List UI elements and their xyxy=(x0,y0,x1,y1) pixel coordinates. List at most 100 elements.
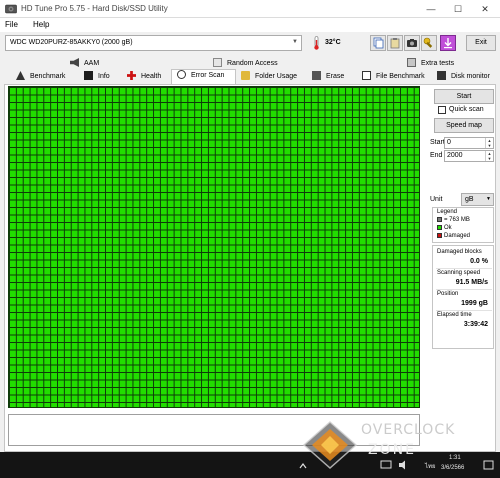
legend-item-label: Damaged xyxy=(444,233,471,239)
menu-help[interactable]: Help xyxy=(33,20,49,29)
menu-file[interactable]: File xyxy=(5,20,18,29)
watermark-line1: OVERCLOCK xyxy=(361,422,456,438)
speed-map-button[interactable]: Speed map xyxy=(434,118,494,133)
tab-file-benchmark[interactable]: File Benchmark xyxy=(362,71,425,84)
tab-folder-usage[interactable]: Folder Usage xyxy=(241,71,297,84)
damaged-blocks-label: Damaged blocks xyxy=(437,249,482,255)
tab-disk-monitor[interactable]: Disk monitor xyxy=(437,71,490,84)
spin-arrows-icon[interactable]: ▲ ▼ xyxy=(485,138,493,148)
legend-title: Legend xyxy=(437,209,458,215)
tab-label: Random Access xyxy=(227,60,278,67)
tab-label: Folder Usage xyxy=(255,73,298,80)
menu-bar: File Help xyxy=(0,18,500,32)
tab-label: AAM xyxy=(84,60,100,67)
legend-item-ok: Ok xyxy=(437,225,452,231)
unit-value: gB xyxy=(465,196,474,203)
position-value: 1999 gB xyxy=(461,300,488,307)
minimize-button[interactable]: — xyxy=(417,0,445,18)
legend-item-label: = 763 MB xyxy=(444,217,470,223)
elapsed-time-label: Elapsed time xyxy=(437,312,472,318)
start-field-label: Start xyxy=(430,139,445,146)
health-cross-icon xyxy=(127,71,136,80)
magnifier-icon xyxy=(177,70,186,79)
end-spinbox[interactable]: 2000 ▲ ▼ xyxy=(444,150,494,162)
tab-extra-tests[interactable]: Extra tests xyxy=(407,58,454,71)
legend: Legend = 763 MB Ok Damaged xyxy=(432,207,494,243)
watermark-line2: ZONE xyxy=(368,442,416,458)
start-value: 0 xyxy=(447,139,451,146)
wrench-icon xyxy=(423,37,433,48)
erase-icon xyxy=(312,71,321,80)
legend-item-block-size: = 763 MB xyxy=(437,217,470,223)
tab-label: Extra tests xyxy=(421,60,455,67)
tab-label: Benchmark xyxy=(30,73,66,80)
tab-label: File Benchmark xyxy=(376,73,425,80)
maximize-button[interactable]: ☐ xyxy=(444,0,472,18)
exit-button[interactable]: Exit xyxy=(466,35,496,51)
thermometer-icon xyxy=(314,36,319,50)
end-value: 2000 xyxy=(447,152,463,159)
tab-label: Disk monitor xyxy=(451,73,490,80)
speaker-icon xyxy=(70,58,79,67)
random-access-icon xyxy=(213,58,222,67)
screenshot-button[interactable] xyxy=(404,35,420,51)
copy-info-button[interactable] xyxy=(370,35,386,51)
file-icon xyxy=(362,71,371,80)
legend-item-damaged: Damaged xyxy=(437,233,470,239)
tab-health[interactable]: Health xyxy=(127,71,161,84)
tab-label: Info xyxy=(98,73,110,80)
watermark-logo: OVERCLOCK ZONE xyxy=(298,416,496,472)
copy-text-button[interactable] xyxy=(387,35,403,51)
legend-item-label: Ok xyxy=(444,225,452,231)
unit-select[interactable]: gB ▼ xyxy=(461,193,494,206)
quick-scan-label: Quick scan xyxy=(449,106,484,113)
tab-label: Erase xyxy=(326,73,345,80)
scanning-speed-label: Scanning speed xyxy=(437,270,481,276)
error-scan-block-map xyxy=(8,86,420,408)
start-spinbox[interactable]: 0 ▲ ▼ xyxy=(444,137,494,149)
folder-icon xyxy=(241,71,250,80)
scan-stats: Damaged blocks 0.0 % Scanning speed 91.5… xyxy=(432,245,494,349)
tab-error-scan[interactable]: Error Scan xyxy=(171,69,236,84)
window-title: HD Tune Pro 5.75 - Hard Disk/SSD Utility xyxy=(21,4,168,13)
legend-swatch xyxy=(437,217,442,222)
tab-benchmark[interactable]: Benchmark xyxy=(16,71,65,84)
copy-icon xyxy=(373,37,384,49)
drive-select[interactable]: WDC WD20PURZ-85AKKY0 (2000 gB) ▼ xyxy=(5,35,302,51)
download-button[interactable] xyxy=(440,35,456,51)
start-button[interactable]: Start xyxy=(434,89,494,104)
options-button[interactable] xyxy=(421,35,437,51)
elapsed-time-value: 3:39:42 xyxy=(463,321,488,328)
divider xyxy=(436,289,492,290)
legend-swatch xyxy=(437,225,442,230)
extra-tests-icon xyxy=(407,58,416,67)
overclockzone-logo-icon xyxy=(302,420,358,470)
legend-swatch xyxy=(437,233,442,238)
disk-monitor-icon xyxy=(437,71,446,80)
position-label: Position xyxy=(437,291,459,297)
info-icon xyxy=(84,71,93,80)
tab-aam[interactable]: AAM xyxy=(70,58,99,71)
chevron-down-icon: ▼ xyxy=(292,39,298,45)
end-field-label: End xyxy=(430,152,443,159)
tab-label: Health xyxy=(141,73,162,80)
toolbar: WDC WD20PURZ-85AKKY0 (2000 gB) ▼ 32°C Ex… xyxy=(0,32,500,54)
clipboard-icon xyxy=(390,38,400,49)
damaged-blocks-value: 0.0 % xyxy=(470,258,488,265)
chevron-down-icon: ▼ xyxy=(486,196,491,202)
temperature-readout: 32°C xyxy=(325,39,341,46)
tab-info[interactable]: Info xyxy=(84,71,110,84)
download-arrow-icon xyxy=(444,38,452,49)
drive-select-value: WDC WD20PURZ-85AKKY0 (2000 gB) xyxy=(10,39,133,46)
tab-label: Error Scan xyxy=(191,72,225,79)
hard-disk-icon xyxy=(5,4,17,14)
tab-erase[interactable]: Erase xyxy=(312,71,344,84)
spin-arrows-icon[interactable]: ▲ ▼ xyxy=(485,151,493,161)
title-bar: HD Tune Pro 5.75 - Hard Disk/SSD Utility… xyxy=(0,0,500,18)
camera-icon xyxy=(407,39,417,47)
tab-strip: AAM Random Access Extra tests Benchmark … xyxy=(0,56,500,84)
scanning-speed-value: 91.5 MB/s xyxy=(455,279,488,286)
close-button[interactable]: ✕ xyxy=(471,0,499,18)
quick-scan-checkbox[interactable] xyxy=(438,106,446,114)
divider xyxy=(436,310,492,311)
